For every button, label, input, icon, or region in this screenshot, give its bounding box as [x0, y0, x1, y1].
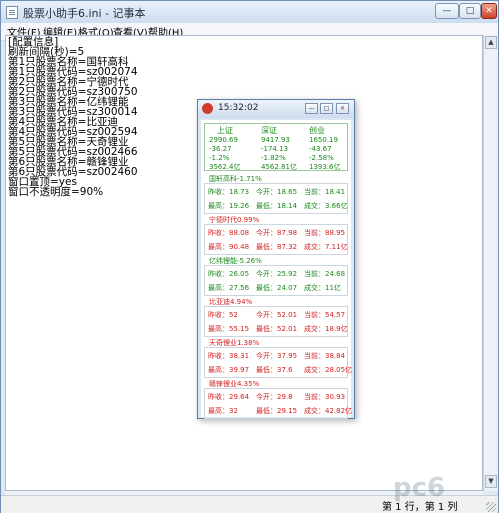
close-button[interactable]: ✕: [481, 3, 497, 19]
open-price: 今开：87.98: [256, 229, 298, 237]
stock-item: 比亚迪4.94% 昨收：52 今开：52.01 当前：54.57 最高：55.1…: [204, 297, 348, 337]
volume: 成交：11亿: [304, 284, 341, 292]
volume: 成交：3.66亿: [304, 202, 348, 210]
index-shanghai: 上证 2990.69 -36.27 -1.2% 3562.4亿: [209, 125, 241, 172]
volume: 成交：42.82亿: [304, 407, 353, 415]
high-price: 最高：27.56: [208, 284, 250, 292]
open-price: 今开：29.8: [256, 393, 293, 401]
prev-close: 昨收：38.31: [208, 352, 250, 360]
low-price: 最低：52.01: [256, 325, 298, 333]
high-price: 最高：39.97: [208, 366, 250, 374]
volume: 成交：28.05亿: [304, 366, 353, 374]
low-price: 最低：87.32: [256, 243, 298, 251]
watermark-logo: pc6: [393, 473, 446, 503]
stock-widget-titlebar[interactable]: 15:32:02 — □ ✕: [198, 100, 354, 118]
open-price: 今开：37.95: [256, 352, 298, 360]
stock-detail-box: 昨收：18.73 今开：18.65 当前：18.41 最高：19.26 最低：1…: [204, 183, 348, 214]
stock-widget-window: 15:32:02 — □ ✕ 上证 2990.69 -36.27 -1.2% 3…: [197, 99, 355, 419]
current-price: 当前：88.95: [304, 229, 346, 237]
volume: 成交：7.11亿: [304, 243, 348, 251]
widget-minimize-button[interactable]: —: [305, 103, 318, 114]
stock-item: 赣锋锂业4.35% 昨收：29.64 今开：29.8 当前：30.93 最高：3…: [204, 379, 352, 419]
index-value: -43.67: [309, 145, 332, 153]
low-price: 最低：18.14: [256, 202, 298, 210]
index-chinext: 创业 1650.19 -43.67 -2.58% 1393.6亿: [309, 125, 341, 172]
current-price: 当前：18.41: [304, 188, 346, 196]
prev-close: 昨收：88.08: [208, 229, 250, 237]
widget-maximize-button[interactable]: □: [320, 103, 333, 114]
index-shenzhen: 深证 9417.93 -174.13 -1.82% 4562.81亿: [261, 125, 297, 172]
prev-close: 昨收：18.73: [208, 188, 250, 196]
low-price: 最低：29.15: [256, 407, 298, 415]
high-price: 最高：19.26: [208, 202, 250, 210]
stock-item: 天奇锂业1.38% 昨收：38.31 今开：37.95 当前：38.84 最高：…: [204, 338, 352, 378]
text-line: 窗口不透明度=90%: [8, 186, 104, 198]
minimize-button[interactable]: —: [435, 3, 459, 19]
current-price: 当前：30.93: [304, 393, 346, 401]
low-price: 最低：37.6: [256, 366, 293, 374]
index-name: 深证: [261, 126, 277, 135]
scroll-up-icon[interactable]: ▲: [485, 36, 497, 49]
widget-close-button[interactable]: ✕: [336, 103, 349, 114]
index-name: 上证: [217, 126, 233, 135]
current-price: 当前：38.84: [304, 352, 346, 360]
index-value: 3562.4亿: [209, 163, 241, 171]
index-value: 2990.69: [209, 136, 238, 144]
index-value: -1.82%: [261, 154, 286, 162]
prev-close: 昨收：29.64: [208, 393, 250, 401]
notepad-titlebar[interactable]: 股票小助手6.ini - 记事本 — □ ✕: [1, 1, 498, 25]
stock-detail-box: 昨收：88.08 今开：87.98 当前：88.95 最高：90.48 最低：8…: [204, 224, 348, 255]
index-value: 9417.93: [261, 136, 290, 144]
volume: 成交：18.9亿: [304, 325, 348, 333]
stock-detail-box: 昨收：38.31 今开：37.95 当前：38.84 最高：39.97 最低：3…: [204, 347, 352, 378]
index-value: 1650.19: [309, 136, 338, 144]
clock: 15:32:02: [218, 103, 259, 113]
current-price: 当前：54.57: [304, 311, 346, 319]
high-price: 最高：55.15: [208, 325, 250, 333]
index-value: -1.2%: [209, 154, 230, 162]
notepad-icon: [6, 6, 18, 19]
stock-detail-box: 昨收：26.05 今开：25.92 当前：24.68 最高：27.56 最低：2…: [204, 265, 348, 296]
index-panel: 上证 2990.69 -36.27 -1.2% 3562.4亿 深证 9417.…: [204, 123, 348, 171]
open-price: 今开：25.92: [256, 270, 298, 278]
maximize-button[interactable]: □: [459, 3, 481, 19]
index-value: -36.27: [209, 145, 232, 153]
index-value: -174.13: [261, 145, 289, 153]
stock-item: 国轩高科-1.71% 昨收：18.73 今开：18.65 当前：18.41 最高…: [204, 174, 348, 214]
stock-widget-body: 上证 2990.69 -36.27 -1.2% 3562.4亿 深证 9417.…: [201, 120, 352, 419]
stock-detail-box: 昨收：52 今开：52.01 当前：54.57 最高：55.15 最低：52.0…: [204, 306, 348, 337]
prev-close: 昨收：52: [208, 311, 238, 319]
stock-item: 亿纬锂能-5.26% 昨收：26.05 今开：25.92 当前：24.68 最高…: [204, 256, 348, 296]
scroll-down-icon[interactable]: ▼: [485, 475, 497, 488]
low-price: 最低：24.07: [256, 284, 298, 292]
window-title: 股票小助手6.ini - 记事本: [23, 7, 146, 20]
current-price: 当前：24.68: [304, 270, 346, 278]
prev-close: 昨收：26.05: [208, 270, 250, 278]
high-price: 最高：90.48: [208, 243, 250, 251]
index-value: -2.58%: [309, 154, 334, 162]
index-value: 4562.81亿: [261, 163, 297, 171]
open-price: 今开：52.01: [256, 311, 298, 319]
resize-grip-icon[interactable]: [486, 502, 496, 512]
stock-detail-box: 昨收：29.64 今开：29.8 当前：30.93 最高：32 最低：29.15…: [204, 388, 352, 419]
open-price: 今开：18.65: [256, 188, 298, 196]
high-price: 最高：32: [208, 407, 238, 415]
vertical-scrollbar[interactable]: ▲ ▼: [483, 35, 498, 491]
stock-app-icon: [202, 103, 213, 114]
stock-item: 宁德时代0.99% 昨收：88.08 今开：87.98 当前：88.95 最高：…: [204, 215, 348, 255]
index-value: 1393.6亿: [309, 163, 341, 171]
index-name: 创业: [309, 126, 325, 135]
